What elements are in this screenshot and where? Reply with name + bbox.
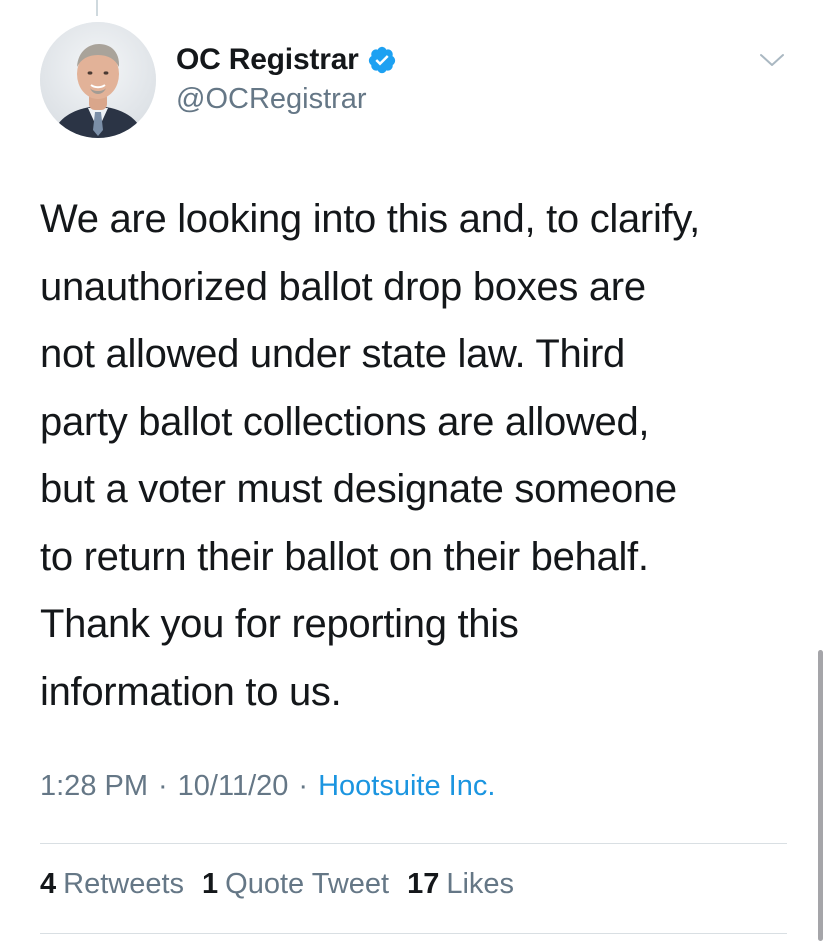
quote-tweets-count: 1	[202, 868, 219, 900]
tweet-source-link[interactable]: Hootsuite Inc.	[318, 770, 495, 803]
user-handle[interactable]: @OCRegistrar	[176, 83, 397, 116]
scrollbar[interactable]	[818, 650, 823, 941]
divider	[40, 843, 787, 844]
tweet-meta: 1:28 PM · 10/11/20 · Hootsuite Inc.	[40, 770, 495, 803]
display-name-row: OC Registrar	[176, 41, 397, 79]
tweet-time[interactable]: 1:28 PM	[40, 770, 148, 803]
tweet-text: We are looking into this and, to clarify…	[40, 197, 700, 714]
profile-photo-icon	[40, 22, 156, 138]
retweets-stat[interactable]: 4 Retweets	[40, 868, 184, 901]
retweets-label: Retweets	[63, 868, 185, 900]
likes-count: 17	[407, 868, 440, 900]
retweets-count: 4	[40, 868, 57, 900]
meta-separator: ·	[298, 770, 309, 802]
meta-separator: ·	[158, 770, 168, 802]
divider	[40, 933, 787, 934]
chevron-down-icon[interactable]	[757, 50, 787, 70]
display-name[interactable]: OC Registrar	[176, 43, 359, 77]
verified-badge-icon	[367, 45, 397, 75]
avatar[interactable]	[40, 22, 156, 138]
thread-connector-line	[96, 0, 98, 16]
engagement-stats: 4 Retweets 1 Quote Tweet 17 Likes	[40, 868, 532, 901]
author-names: OC Registrar @OCRegistrar	[176, 41, 397, 116]
likes-stat[interactable]: 17 Likes	[407, 868, 514, 901]
tweet-date[interactable]: 10/11/20	[178, 770, 289, 803]
quote-tweets-stat[interactable]: 1 Quote Tweet	[202, 868, 389, 901]
tweet-header: OC Registrar @OCRegistrar	[40, 22, 787, 142]
quote-tweets-label: Quote Tweet	[225, 868, 390, 900]
likes-label: Likes	[446, 868, 515, 900]
